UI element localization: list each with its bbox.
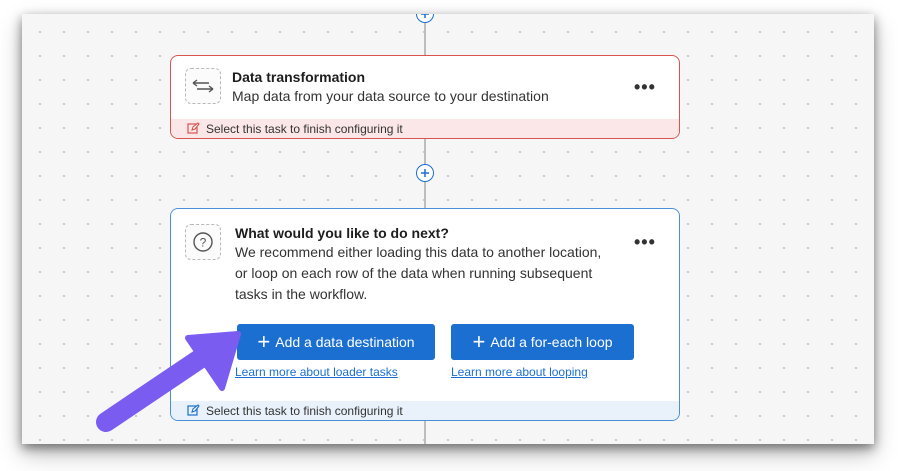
task-icon: ? [185, 224, 221, 260]
edit-icon [187, 122, 200, 134]
card-title: What would you like to do next? [235, 225, 449, 241]
plus-icon [421, 14, 429, 18]
loader-tasks-link[interactable]: Learn more about loader tasks [235, 365, 398, 379]
transform-arrows-icon [192, 79, 214, 93]
question-icon: ? [193, 232, 213, 252]
looping-link[interactable]: Learn more about looping [451, 365, 588, 379]
card-description: Map data from your data source to your d… [232, 88, 549, 104]
description-line: or loop on each row of the data when run… [235, 265, 593, 281]
task-icon [185, 68, 221, 104]
more-options-button[interactable]: ••• [634, 78, 656, 96]
data-transformation-card[interactable]: Data transformation Map data from your d… [170, 55, 680, 139]
add-step-button[interactable] [416, 164, 434, 182]
add-data-destination-button[interactable]: + Add a data destination [237, 324, 435, 360]
more-options-button[interactable]: ••• [634, 233, 656, 251]
description-line: We recommend either loading this data to… [235, 244, 602, 260]
card-title: Data transformation [232, 69, 366, 85]
plus-icon: + [257, 329, 271, 354]
add-for-each-loop-button[interactable]: + Add a for-each loop [451, 324, 634, 360]
next-step-card[interactable]: ? What would you like to do next? We rec… [170, 208, 680, 421]
svg-text:?: ? [200, 236, 207, 250]
plus-icon: + [472, 329, 486, 354]
pointer-arrow-icon [96, 331, 241, 432]
plus-icon [421, 169, 429, 177]
button-label: Add a data destination [275, 334, 415, 350]
configure-info-bar: Select this task to finish configuring i… [171, 401, 679, 420]
description-line: tasks in the workflow. [235, 286, 368, 302]
button-label: Add a for-each loop [490, 334, 613, 350]
add-step-button-top[interactable] [416, 14, 434, 23]
card-description: We recommend either loading this data to… [235, 242, 601, 305]
configure-warning-text: Select this task to finish configuring i… [206, 121, 403, 136]
configure-warning-bar: Select this task to finish configuring i… [171, 119, 679, 138]
connector-line-bottom [424, 421, 426, 444]
